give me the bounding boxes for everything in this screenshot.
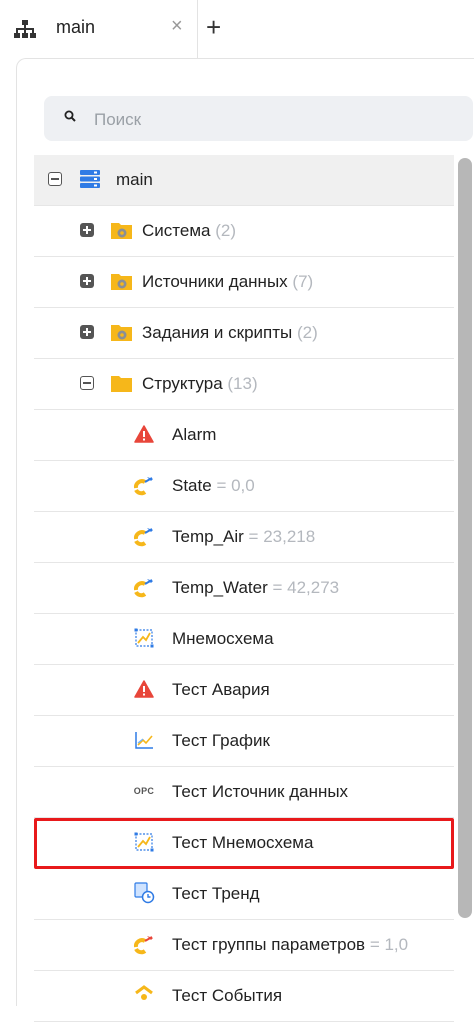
item-name: Тест Мнемосхема <box>172 833 314 852</box>
chart-icon <box>132 729 156 751</box>
parameter-icon <box>132 525 156 547</box>
tree-item-label: Тест группы параметров = 1,0 <box>172 935 408 955</box>
mnemoscheme-icon <box>132 831 156 853</box>
tree-node-label: main <box>116 170 153 189</box>
tree-folder-data-sources[interactable]: Источники данных (7) <box>34 257 454 308</box>
tree-item-temp-air[interactable]: Temp_Air = 23,218 <box>34 512 454 563</box>
folder-name: Система <box>142 221 211 240</box>
tree-item-label: Тест Авария <box>172 680 270 700</box>
tree-item-label: Тест Тренд <box>172 884 260 904</box>
tree-folder-label: Источники данных (7) <box>142 272 313 292</box>
folder-name: Источники данных <box>142 272 288 291</box>
tree-item-label: Тест События <box>172 986 282 1006</box>
close-icon[interactable]: × <box>171 15 183 38</box>
search-icon <box>64 110 76 122</box>
expand-icon[interactable] <box>80 325 94 339</box>
tree-node-main[interactable]: main <box>34 155 454 206</box>
tree-view: main Система (2) Источники данных (7) За… <box>34 155 454 1022</box>
tab-label: main <box>56 17 96 37</box>
alarm-icon <box>132 678 156 700</box>
hierarchy-icon <box>14 20 36 38</box>
item-name: Тест группы параметров <box>172 935 366 954</box>
vertical-scrollbar[interactable] <box>458 158 472 918</box>
parameter-icon <box>132 576 156 598</box>
tree-item-label: Temp_Water = 42,273 <box>172 578 339 598</box>
expand-icon[interactable] <box>80 274 94 288</box>
tree-item-test-data-source[interactable]: OPC Тест Источник данных <box>34 767 454 818</box>
trend-icon <box>132 882 156 904</box>
item-name: Тест Авария <box>172 680 270 699</box>
search-input[interactable] <box>92 96 456 143</box>
tree-item-label: Тест Источник данных <box>172 782 348 802</box>
item-value: = 42,273 <box>272 578 340 597</box>
item-count: (13) <box>227 374 258 393</box>
tab-main[interactable]: main × <box>0 0 198 58</box>
tree-folder-tasks-scripts[interactable]: Задания и скрипты (2) <box>34 308 454 359</box>
search-box[interactable] <box>44 96 473 143</box>
parameter-icon <box>132 474 156 496</box>
item-count: (2) <box>296 323 318 342</box>
item-name: Temp_Water <box>172 578 268 597</box>
system-folder-icon <box>110 270 134 292</box>
tree-folder-label: Задания и скрипты (2) <box>142 323 318 343</box>
tree-item-label: Temp_Air = 23,218 <box>172 527 315 547</box>
item-count: (7) <box>292 272 314 291</box>
tree-item-test-parameter-group[interactable]: Тест группы параметров = 1,0 <box>34 920 454 971</box>
collapse-icon[interactable] <box>80 376 94 390</box>
tree-item-label: Тест Мнемосхема <box>172 833 313 853</box>
item-name: Тест Источник данных <box>172 782 349 801</box>
add-tab-button[interactable]: + <box>206 12 221 43</box>
system-folder-icon <box>110 219 134 241</box>
tree-item-test-trend[interactable]: Тест Тренд <box>34 869 454 920</box>
item-name: Alarm <box>172 425 217 444</box>
item-name: Мнемосхема <box>172 629 274 648</box>
tree-item-temp-water[interactable]: Temp_Water = 42,273 <box>34 563 454 614</box>
tree-item-test-mnemoscheme[interactable]: Тест Мнемосхема <box>34 818 454 869</box>
tree-item-state[interactable]: State = 0,0 <box>34 461 454 512</box>
item-count: (2) <box>215 221 236 240</box>
folder-icon <box>110 372 134 394</box>
folder-name: Задания и скрипты <box>142 323 293 342</box>
tree-item-label: Тест График <box>172 731 270 751</box>
tab-bar: main × + <box>0 0 474 58</box>
tree-item-label: Alarm <box>172 425 216 445</box>
opc-icon: OPC <box>132 780 156 802</box>
alarm-icon <box>132 423 156 445</box>
parameter-group-icon <box>132 933 156 955</box>
database-icon <box>78 168 102 190</box>
system-folder-icon <box>110 321 134 343</box>
item-value: = 23,218 <box>248 527 316 546</box>
tree-item-label: Мнемосхема <box>172 629 274 649</box>
item-value: = 0,0 <box>216 476 255 495</box>
item-name: Тест График <box>172 731 270 750</box>
opc-icon-text: OPC <box>133 786 155 796</box>
item-name: Temp_Air <box>172 527 244 546</box>
tree-item-test-chart[interactable]: Тест График <box>34 716 454 767</box>
item-name: State <box>172 476 212 495</box>
item-value: = 1,0 <box>369 935 409 954</box>
tree-folder-system[interactable]: Система (2) <box>34 206 454 257</box>
tree-item-alarm[interactable]: Alarm <box>34 410 454 461</box>
item-name: Тест Тренд <box>172 884 260 903</box>
mnemoscheme-icon <box>132 627 156 649</box>
tree-item-mnemoscheme[interactable]: Мнемосхема <box>34 614 454 665</box>
tree-folder-structure[interactable]: Структура (13) <box>34 359 454 410</box>
tree-item-test-events[interactable]: Тест События <box>34 971 454 1022</box>
item-name: Тест События <box>172 986 283 1005</box>
tree-folder-label: Система (2) <box>142 221 236 241</box>
expand-icon[interactable] <box>80 223 94 237</box>
collapse-icon[interactable] <box>48 172 62 186</box>
tree-item-label: State = 0,0 <box>172 476 255 496</box>
events-icon <box>132 984 156 1006</box>
tree-item-test-alarm[interactable]: Тест Авария <box>34 665 454 716</box>
tree-folder-label: Структура (13) <box>142 374 258 394</box>
folder-name: Структура <box>142 374 223 393</box>
